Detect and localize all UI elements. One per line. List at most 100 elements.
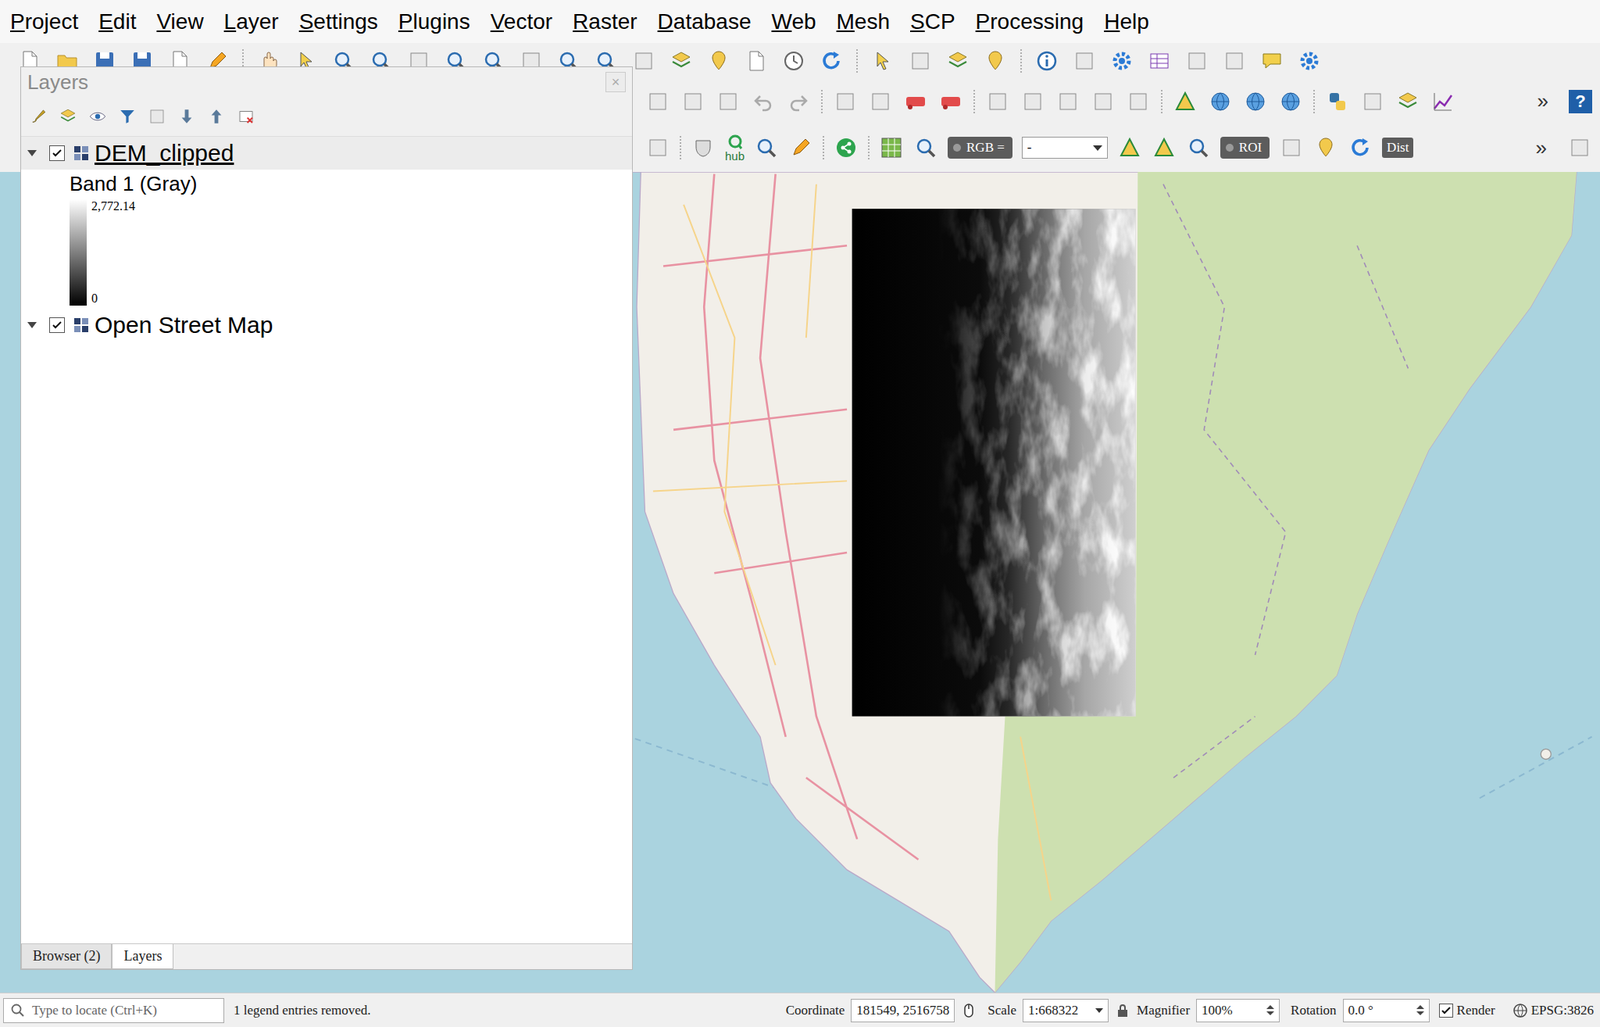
menu-item[interactable]: Project (0, 9, 89, 35)
toolbar-button[interactable] (1221, 48, 1247, 74)
toolbar-button[interactable] (743, 48, 769, 74)
toolbar-button[interactable] (1184, 48, 1210, 74)
toolbar-button[interactable] (750, 89, 776, 115)
hub-button[interactable]: hub (725, 134, 745, 162)
lock-icon[interactable] (1114, 1002, 1131, 1018)
toolbar-button[interactable] (867, 89, 893, 115)
expand-arrow-icon[interactable] (27, 321, 37, 329)
toolbar-button[interactable] (203, 103, 229, 129)
render-toggle[interactable]: Render (1439, 1002, 1496, 1018)
toolbar-button[interactable] (1020, 89, 1046, 115)
toolbar-button[interactable] (913, 135, 939, 161)
menu-item[interactable]: Plugins (388, 9, 481, 35)
menu-item[interactable]: Raster (562, 9, 647, 35)
toolbar-button[interactable] (25, 103, 51, 129)
render-checkbox[interactable] (1439, 1003, 1454, 1018)
toolbar-button[interactable] (1395, 89, 1421, 115)
toolbar-button[interactable] (1567, 135, 1593, 161)
toolbar-button[interactable] (753, 135, 779, 161)
toolbar-button[interactable] (945, 48, 971, 74)
layers-panel[interactable]: Layers × DEM_clipped Band 1 (Gray) 2,772… (20, 66, 633, 970)
coordinate-field[interactable]: 181549, 2516758 (850, 998, 955, 1022)
toolbar-button[interactable] (55, 103, 81, 129)
toolbar-button[interactable] (833, 135, 859, 161)
toolbar-button[interactable] (1109, 48, 1135, 74)
toolbar-button[interactable] (1430, 89, 1456, 115)
toolbar-button[interactable] (1242, 89, 1268, 115)
toolbar-button[interactable] (870, 48, 896, 74)
toolbar-button[interactable] (1207, 89, 1233, 115)
toolbar-button[interactable] (832, 89, 858, 115)
toolbar-button[interactable] (1055, 89, 1081, 115)
toolbar-button[interactable] (680, 89, 706, 115)
toolbar-button[interactable] (1125, 89, 1151, 115)
toolbar-button[interactable] (1185, 135, 1211, 161)
toolbar-button[interactable] (85, 103, 111, 129)
menu-item[interactable]: View (146, 9, 214, 35)
menu-item[interactable]: Vector (480, 9, 563, 35)
toolbar-button[interactable] (1313, 135, 1339, 161)
toolbar-button[interactable] (818, 48, 844, 74)
toolbar-button[interactable] (114, 103, 140, 129)
mouse-icon[interactable] (960, 1002, 977, 1018)
toolbar-button[interactable] (690, 135, 716, 161)
menu-item[interactable]: Edit (88, 9, 147, 35)
menu-item[interactable]: Database (647, 9, 762, 35)
panel-tab[interactable]: Layers (111, 943, 174, 969)
rotation-field[interactable]: 0.0 ° (1342, 998, 1430, 1022)
roi-toggle[interactable]: ROI (1220, 136, 1270, 159)
toolbar-button[interactable] (631, 48, 657, 74)
panel-tab[interactable]: Browser (2) (21, 943, 112, 969)
menu-item[interactable]: Help (1093, 9, 1160, 35)
layer-checkbox[interactable] (49, 145, 65, 161)
toolbar-button[interactable] (1360, 89, 1386, 115)
rgb-dropdown[interactable]: - (1021, 136, 1108, 159)
layer-row[interactable]: Open Street Map (21, 308, 633, 342)
toolbar-button[interactable] (1259, 48, 1285, 74)
layer-checkbox[interactable] (49, 317, 65, 333)
toolbar-button[interactable] (878, 135, 904, 161)
toolbar-button[interactable] (985, 89, 1011, 115)
toolbar-button[interactable] (233, 103, 259, 129)
toolbar-button[interactable] (781, 48, 807, 74)
toolbar-button[interactable] (1090, 89, 1116, 115)
menu-item[interactable]: Layer (214, 9, 290, 35)
toolbar-button[interactable] (668, 48, 694, 74)
toolbar-button[interactable] (144, 103, 170, 129)
toolbar-button[interactable] (785, 89, 811, 115)
toolbar-button[interactable] (903, 89, 929, 115)
layer-row[interactable]: DEM_clipped (21, 136, 633, 170)
toolbar-button[interactable] (174, 103, 200, 129)
crs-button[interactable]: EPSG:3826 (1512, 1002, 1594, 1018)
toolbar-button[interactable] (1151, 135, 1177, 161)
dist-button[interactable]: Dist (1382, 137, 1414, 158)
toolbar-button[interactable] (1071, 48, 1097, 74)
toolbar-button[interactable] (1278, 135, 1304, 161)
toolbar-button[interactable] (982, 48, 1008, 74)
menu-item[interactable]: Mesh (826, 9, 900, 35)
toolbar-button[interactable] (1172, 89, 1198, 115)
toolbar-button[interactable] (1296, 48, 1322, 74)
expand-arrow-icon[interactable] (27, 150, 37, 157)
toolbar-button[interactable] (1325, 89, 1350, 115)
menu-item[interactable]: Settings (289, 9, 389, 35)
menu-item[interactable]: Web (760, 9, 826, 35)
menu-item[interactable]: SCP (900, 9, 966, 35)
toolbar-button[interactable] (788, 135, 814, 161)
toolbar-button[interactable] (645, 89, 671, 115)
overflow-button[interactable]: » (1534, 89, 1552, 114)
rgb-toggle[interactable]: RGB = (947, 136, 1013, 159)
close-button[interactable]: × (605, 71, 626, 93)
toolbar-button[interactable] (1034, 48, 1060, 74)
overflow-button[interactable]: » (1532, 135, 1550, 161)
toolbar-button[interactable] (1146, 48, 1172, 74)
toolbar-button[interactable] (1278, 89, 1304, 115)
magnifier-field[interactable]: 100% (1196, 998, 1280, 1022)
toolbar-button[interactable] (907, 48, 933, 74)
toolbar-button[interactable] (938, 89, 964, 115)
toolbar-button[interactable] (1347, 135, 1373, 161)
toolbar-button[interactable] (1117, 135, 1143, 161)
menu-item[interactable]: Processing (965, 9, 1095, 35)
toolbar-button[interactable] (715, 89, 741, 115)
panel-header[interactable]: Layers × (21, 67, 633, 97)
